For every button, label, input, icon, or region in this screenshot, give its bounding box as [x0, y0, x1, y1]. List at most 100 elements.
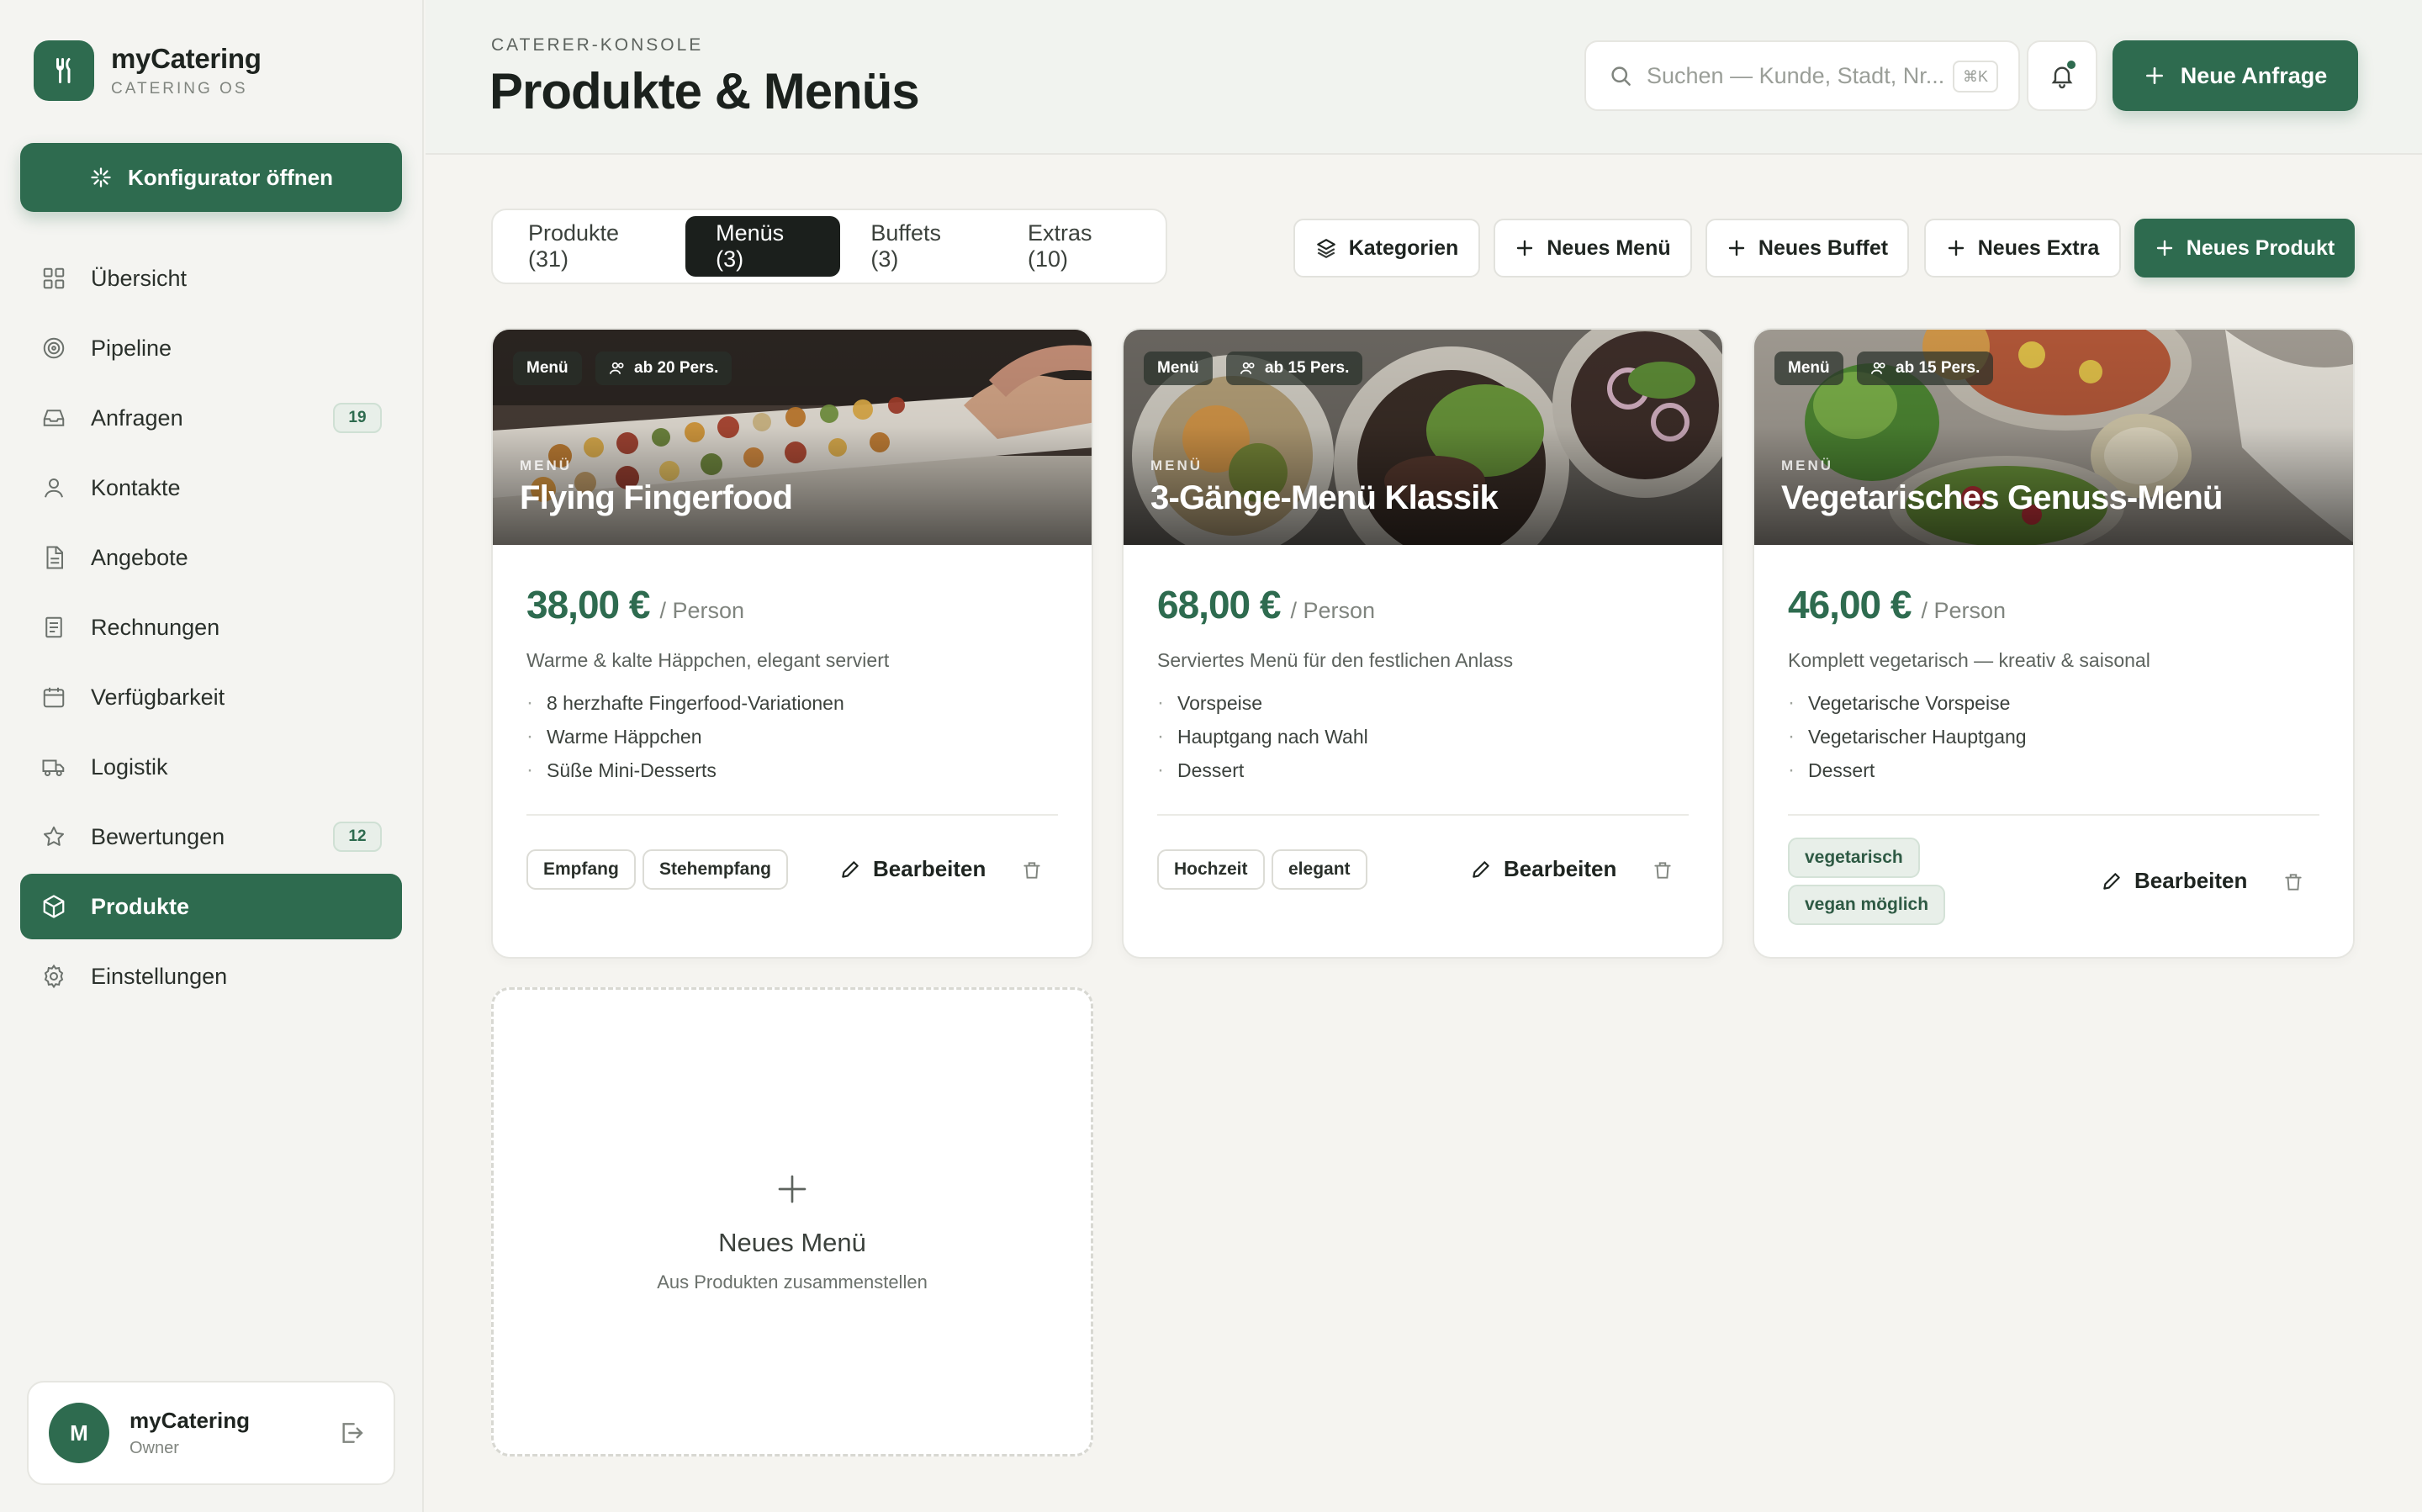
edit-button[interactable]: Bearbeiten	[2101, 868, 2247, 894]
card-eyebrow: MENÜ	[1150, 457, 1203, 473]
utensils-icon	[34, 40, 94, 101]
tab-extras[interactable]: Extras (10)	[997, 216, 1161, 277]
new-request-label: Neue Anfrage	[2180, 62, 2328, 88]
persons-label: ab 15 Pers.	[1265, 359, 1350, 377]
card-items: 8 herzhafte Fingerfood-Variationen Warme…	[526, 686, 844, 787]
plus-icon	[1517, 240, 1533, 256]
new-product-button[interactable]: Neues Produkt	[2134, 219, 2355, 278]
edit-label: Bearbeiten	[2134, 868, 2248, 893]
menu-card[interactable]: Menü ab 15 Pers. MENÜ 3-Gänge-Menü Klass…	[1122, 328, 1724, 959]
search-shortcut: ⌘K	[1952, 61, 1998, 93]
menu-image: Menü ab 15 Pers. MENÜ Vegetarisches Genu…	[1754, 330, 2353, 545]
list-item: Warme Häppchen	[526, 720, 844, 753]
page-eyebrow: CATERER-KONSOLE	[491, 35, 704, 55]
persons-pill: ab 15 Pers.	[1226, 352, 1363, 385]
sidebar-item-label: Angebote	[91, 544, 188, 570]
tag: Empfang	[526, 849, 636, 890]
card-description: Warme & kalte Häppchen, elegant serviert	[526, 649, 890, 671]
plus-icon	[2156, 240, 2172, 256]
logout-icon[interactable]	[338, 1419, 365, 1451]
sidebar-item-uebersicht[interactable]: Übersicht	[20, 246, 402, 311]
categories-button[interactable]: Kategorien	[1293, 219, 1480, 278]
sidebar-item-einstellungen[interactable]: Einstellungen	[20, 944, 402, 1009]
search-box[interactable]: ⌘K	[1584, 40, 2020, 111]
divider	[526, 814, 1058, 816]
card-price: 38,00 € / Person	[526, 582, 744, 627]
sparkle-icon	[91, 167, 111, 188]
edit-label: Bearbeiten	[873, 856, 986, 881]
new-menu-button[interactable]: Neues Menü	[1494, 219, 1692, 278]
menu-card[interactable]: Menü ab 20 Pers. MENÜ Flying Fingerfood …	[491, 328, 1093, 959]
new-menu-card[interactable]: Neues Menü Aus Produkten zusammenstellen	[491, 987, 1093, 1456]
new-menu-label: Neues Menü	[1547, 235, 1671, 260]
list-item: 8 herzhafte Fingerfood-Variationen	[526, 686, 844, 720]
configurator-button[interactable]: Konfigurator öffnen	[20, 143, 402, 212]
tag: Stehempfang	[643, 849, 789, 890]
calendar-icon	[40, 684, 67, 711]
star-icon	[40, 823, 67, 850]
sidebar-item-label: Übersicht	[91, 265, 188, 291]
card-description: Serviertes Menü für den festlichen Anlas…	[1157, 649, 1514, 671]
card-title: 3-Gänge-Menü Klassik	[1150, 479, 1499, 516]
type-pill: Menü	[513, 352, 582, 385]
card-title: Vegetarisches Genuss-Menü	[1781, 479, 2223, 516]
list-item: Dessert	[1788, 753, 2027, 787]
people-icon	[609, 362, 624, 374]
document-icon	[40, 544, 67, 571]
card-eyebrow: MENÜ	[1781, 457, 1834, 473]
tab-produkte[interactable]: Produkte (31)	[498, 216, 685, 277]
sidebar-item-verfuegbarkeit[interactable]: Verfügbarkeit	[20, 664, 402, 730]
card-items: Vorspeise Hauptgang nach Wahl Dessert	[1157, 686, 1368, 787]
tag: Hochzeit	[1157, 849, 1265, 890]
box-icon	[40, 893, 67, 920]
card-eyebrow: MENÜ	[520, 457, 573, 473]
trash-icon[interactable]	[1021, 859, 1043, 886]
sidebar-item-rechnungen[interactable]: Rechnungen	[20, 595, 402, 660]
tab-buffets[interactable]: Buffets (3)	[840, 216, 997, 277]
sidebar-item-kontakte[interactable]: Kontakte	[20, 455, 402, 521]
new-extra-button[interactable]: Neues Extra	[1924, 219, 2121, 278]
sidebar-item-bewertungen[interactable]: Bewertungen 12	[20, 804, 402, 870]
edit-button[interactable]: Bearbeiten	[1470, 856, 1616, 882]
tab-menues[interactable]: Menüs (3)	[685, 216, 841, 277]
edit-button[interactable]: Bearbeiten	[839, 856, 986, 882]
dashboard-icon	[40, 265, 67, 292]
sidebar-item-logistik[interactable]: Logistik	[20, 734, 402, 800]
brand[interactable]: myCatering CATERING OS	[34, 40, 262, 101]
new-buffet-label: Neues Buffet	[1758, 235, 1889, 260]
plus-icon	[1948, 240, 1964, 256]
price-unit: / Person	[1290, 598, 1376, 623]
price-value: 38,00 €	[526, 583, 650, 626]
persons-pill: ab 15 Pers.	[1857, 352, 1994, 385]
sidebar-item-produkte[interactable]: Produkte	[20, 874, 402, 939]
notifications-button[interactable]	[2027, 40, 2097, 111]
layers-icon	[1316, 239, 1335, 258]
user-role: Owner	[130, 1439, 179, 1457]
configurator-label: Konfigurator öffnen	[127, 164, 334, 190]
anfragen-count-badge: 19	[333, 403, 382, 433]
sidebar-item-label: Verfügbarkeit	[91, 684, 225, 710]
list-item: Vorspeise	[1157, 686, 1368, 720]
new-menu-subtitle: Aus Produkten zusammenstellen	[657, 1271, 928, 1293]
sidebar-item-angebote[interactable]: Angebote	[20, 525, 402, 590]
trash-icon[interactable]	[2282, 871, 2304, 897]
new-extra-label: Neues Extra	[1977, 235, 2100, 260]
list-item: Vegetarische Vorspeise	[1788, 686, 2027, 720]
tag: elegant	[1272, 849, 1367, 890]
sidebar-item-anfragen[interactable]: Anfragen 19	[20, 385, 402, 451]
user-name: myCatering	[130, 1408, 251, 1433]
new-request-button[interactable]: Neue Anfrage	[2113, 40, 2358, 111]
sidebar-item-pipeline[interactable]: Pipeline	[20, 315, 402, 381]
user-card[interactable]: M myCatering Owner	[27, 1381, 395, 1485]
type-pill: Menü	[1774, 352, 1843, 385]
new-buffet-button[interactable]: Neues Buffet	[1705, 219, 1909, 278]
pencil-icon	[842, 860, 859, 878]
search-input[interactable]	[1647, 62, 1949, 89]
gear-icon	[40, 963, 67, 990]
trash-icon[interactable]	[1652, 859, 1674, 886]
card-description: Komplett vegetarisch — kreativ & saisona…	[1788, 649, 2150, 671]
menu-image: Menü ab 20 Pers. MENÜ Flying Fingerfood	[493, 330, 1092, 545]
tag: vegan möglich	[1788, 885, 1946, 925]
menu-card[interactable]: Menü ab 15 Pers. MENÜ Vegetarisches Genu…	[1753, 328, 2355, 959]
bewertungen-count-badge: 12	[333, 822, 382, 852]
